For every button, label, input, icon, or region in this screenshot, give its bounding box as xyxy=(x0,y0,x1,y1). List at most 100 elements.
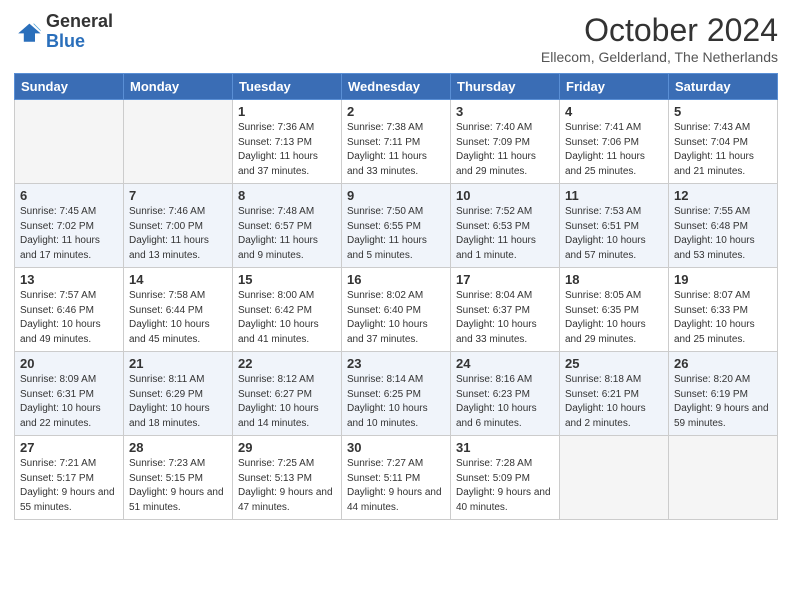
calendar-cell: 9Sunrise: 7:50 AMSunset: 6:55 PMDaylight… xyxy=(342,184,451,268)
day-number: 20 xyxy=(20,356,118,371)
day-number: 7 xyxy=(129,188,227,203)
calendar-cell: 11 Sunrise: 7:53 AMSunset: 6:51 PMDayligh… xyxy=(560,184,669,268)
day-info: Sunrise: 7:46 AMSunset: 7:00 PMDaylight:… xyxy=(129,205,227,263)
day-number: 5 xyxy=(674,104,772,119)
calendar-header-wednesday: Wednesday xyxy=(342,74,451,100)
calendar-cell: 10Sunrise: 7:52 AMSunset: 6:53 PMDayligh… xyxy=(451,184,560,268)
day-number: 26 xyxy=(674,356,772,371)
day-info: Sunrise: 7:58 AMSunset: 6:44 PMDaylight:… xyxy=(129,289,227,347)
calendar-cell: 3 Sunrise: 7:40 AMSunset: 7:09 PMDaylight… xyxy=(451,100,560,184)
calendar-cell: 8 Sunrise: 7:48 AMSunset: 6:57 PMDaylight… xyxy=(233,184,342,268)
location: Ellecom, Gelderland, The Netherlands xyxy=(541,49,778,65)
calendar-cell: 7 Sunrise: 7:46 AMSunset: 7:00 PMDaylight… xyxy=(124,184,233,268)
day-info: Sunrise: 7:52 AMSunset: 6:53 PMDaylight:… xyxy=(456,205,554,263)
day-number: 2 xyxy=(347,104,445,119)
calendar-cell: 16 Sunrise: 8:02 AMSunset: 6:40 PMDayligh… xyxy=(342,268,451,352)
day-info: Sunrise: 7:27 AMSunset: 5:11 PMDaylight:… xyxy=(347,457,445,515)
day-info: Sunrise: 7:40 AMSunset: 7:09 PMDaylight:… xyxy=(456,121,554,179)
day-number: 27 xyxy=(20,440,118,455)
calendar-header-saturday: Saturday xyxy=(669,74,778,100)
day-info: Sunrise: 8:05 AMSunset: 6:35 PMDaylight:… xyxy=(565,289,663,347)
day-number: 14 xyxy=(129,272,227,287)
logo-general: General xyxy=(46,11,113,31)
calendar-cell: 6 Sunrise: 7:45 AMSunset: 7:02 PMDaylight… xyxy=(15,184,124,268)
day-info: Sunrise: 7:55 AMSunset: 6:48 PMDaylight:… xyxy=(674,205,772,263)
calendar-cell: 23Sunrise: 8:14 AMSunset: 6:25 PMDayligh… xyxy=(342,352,451,436)
day-number: 29 xyxy=(238,440,336,455)
calendar-header-monday: Monday xyxy=(124,74,233,100)
calendar-cell: 2 Sunrise: 7:38 AMSunset: 7:11 PMDaylight… xyxy=(342,100,451,184)
calendar-cell: 21 Sunrise: 8:11 AMSunset: 6:29 PMDayligh… xyxy=(124,352,233,436)
calendar-header-thursday: Thursday xyxy=(451,74,560,100)
calendar-header-friday: Friday xyxy=(560,74,669,100)
day-info: Sunrise: 8:12 AMSunset: 6:27 PMDaylight:… xyxy=(238,373,336,431)
day-number: 17 xyxy=(456,272,554,287)
calendar-header-tuesday: Tuesday xyxy=(233,74,342,100)
page: General Blue October 2024 Ellecom, Gelde… xyxy=(0,0,792,528)
day-number: 19 xyxy=(674,272,772,287)
day-info: Sunrise: 7:48 AMSunset: 6:57 PMDaylight:… xyxy=(238,205,336,263)
day-info: Sunrise: 8:04 AMSunset: 6:37 PMDaylight:… xyxy=(456,289,554,347)
calendar-week-row: 27Sunrise: 7:21 AMSunset: 5:17 PMDayligh… xyxy=(15,436,778,520)
calendar-cell: 4Sunrise: 7:41 AMSunset: 7:06 PMDaylight… xyxy=(560,100,669,184)
day-number: 21 xyxy=(129,356,227,371)
day-info: Sunrise: 8:00 AMSunset: 6:42 PMDaylight:… xyxy=(238,289,336,347)
day-info: Sunrise: 8:18 AMSunset: 6:21 PMDaylight:… xyxy=(565,373,663,431)
calendar-cell xyxy=(669,436,778,520)
day-number: 25 xyxy=(565,356,663,371)
calendar-cell: 17 Sunrise: 8:04 AMSunset: 6:37 PMDayligh… xyxy=(451,268,560,352)
calendar-cell: 29 Sunrise: 7:25 AMSunset: 5:13 PMDayligh… xyxy=(233,436,342,520)
day-info: Sunrise: 8:02 AMSunset: 6:40 PMDaylight:… xyxy=(347,289,445,347)
day-info: Sunrise: 8:07 AMSunset: 6:33 PMDaylight:… xyxy=(674,289,772,347)
day-info: Sunrise: 7:45 AMSunset: 7:02 PMDaylight:… xyxy=(20,205,118,263)
day-number: 16 xyxy=(347,272,445,287)
day-info: Sunrise: 7:38 AMSunset: 7:11 PMDaylight:… xyxy=(347,121,445,179)
calendar-cell: 18Sunrise: 8:05 AMSunset: 6:35 PMDayligh… xyxy=(560,268,669,352)
day-info: Sunrise: 7:57 AMSunset: 6:46 PMDaylight:… xyxy=(20,289,118,347)
calendar-cell: 28Sunrise: 7:23 AMSunset: 5:15 PMDayligh… xyxy=(124,436,233,520)
calendar-cell xyxy=(124,100,233,184)
day-info: Sunrise: 8:16 AMSunset: 6:23 PMDaylight:… xyxy=(456,373,554,431)
day-info: Sunrise: 8:20 AMSunset: 6:19 PMDaylight:… xyxy=(674,373,772,431)
day-number: 6 xyxy=(20,188,118,203)
day-number: 15 xyxy=(238,272,336,287)
calendar-cell: 5 Sunrise: 7:43 AMSunset: 7:04 PMDaylight… xyxy=(669,100,778,184)
calendar-cell: 31Sunrise: 7:28 AMSunset: 5:09 PMDayligh… xyxy=(451,436,560,520)
day-info: Sunrise: 7:43 AMSunset: 7:04 PMDaylight:… xyxy=(674,121,772,179)
title-block: October 2024 Ellecom, Gelderland, The Ne… xyxy=(541,12,778,65)
day-info: Sunrise: 7:41 AMSunset: 7:06 PMDaylight:… xyxy=(565,121,663,179)
day-number: 11 xyxy=(565,188,663,203)
day-number: 22 xyxy=(238,356,336,371)
logo-text: General Blue xyxy=(46,12,113,52)
day-info: Sunrise: 7:53 AMSunset: 6:51 PMDaylight:… xyxy=(565,205,663,263)
calendar-cell xyxy=(15,100,124,184)
calendar-cell: 15 Sunrise: 8:00 AMSunset: 6:42 PMDayligh… xyxy=(233,268,342,352)
calendar-cell: 30 Sunrise: 7:27 AMSunset: 5:11 PMDayligh… xyxy=(342,436,451,520)
day-info: Sunrise: 7:23 AMSunset: 5:15 PMDaylight:… xyxy=(129,457,227,515)
day-number: 1 xyxy=(238,104,336,119)
day-number: 12 xyxy=(674,188,772,203)
day-info: Sunrise: 7:50 AMSunset: 6:55 PMDaylight:… xyxy=(347,205,445,263)
day-info: Sunrise: 8:11 AMSunset: 6:29 PMDaylight:… xyxy=(129,373,227,431)
day-number: 8 xyxy=(238,188,336,203)
day-number: 24 xyxy=(456,356,554,371)
logo-blue: Blue xyxy=(46,31,85,51)
day-info: Sunrise: 7:28 AMSunset: 5:09 PMDaylight:… xyxy=(456,457,554,515)
calendar: SundayMondayTuesdayWednesdayThursdayFrid… xyxy=(14,73,778,520)
day-number: 23 xyxy=(347,356,445,371)
month-title: October 2024 xyxy=(541,12,778,49)
calendar-cell: 27Sunrise: 7:21 AMSunset: 5:17 PMDayligh… xyxy=(15,436,124,520)
calendar-header-row: SundayMondayTuesdayWednesdayThursdayFrid… xyxy=(15,74,778,100)
day-number: 30 xyxy=(347,440,445,455)
calendar-cell: 25 Sunrise: 8:18 AMSunset: 6:21 PMDayligh… xyxy=(560,352,669,436)
calendar-cell: 19 Sunrise: 8:07 AMSunset: 6:33 PMDayligh… xyxy=(669,268,778,352)
calendar-header-sunday: Sunday xyxy=(15,74,124,100)
calendar-cell: 14 Sunrise: 7:58 AMSunset: 6:44 PMDayligh… xyxy=(124,268,233,352)
calendar-cell: 1Sunrise: 7:36 AMSunset: 7:13 PMDaylight… xyxy=(233,100,342,184)
logo-icon xyxy=(14,18,42,46)
calendar-cell: 24 Sunrise: 8:16 AMSunset: 6:23 PMDayligh… xyxy=(451,352,560,436)
day-info: Sunrise: 7:25 AMSunset: 5:13 PMDaylight:… xyxy=(238,457,336,515)
calendar-cell: 12 Sunrise: 7:55 AMSunset: 6:48 PMDayligh… xyxy=(669,184,778,268)
day-number: 3 xyxy=(456,104,554,119)
calendar-cell: 20Sunrise: 8:09 AMSunset: 6:31 PMDayligh… xyxy=(15,352,124,436)
